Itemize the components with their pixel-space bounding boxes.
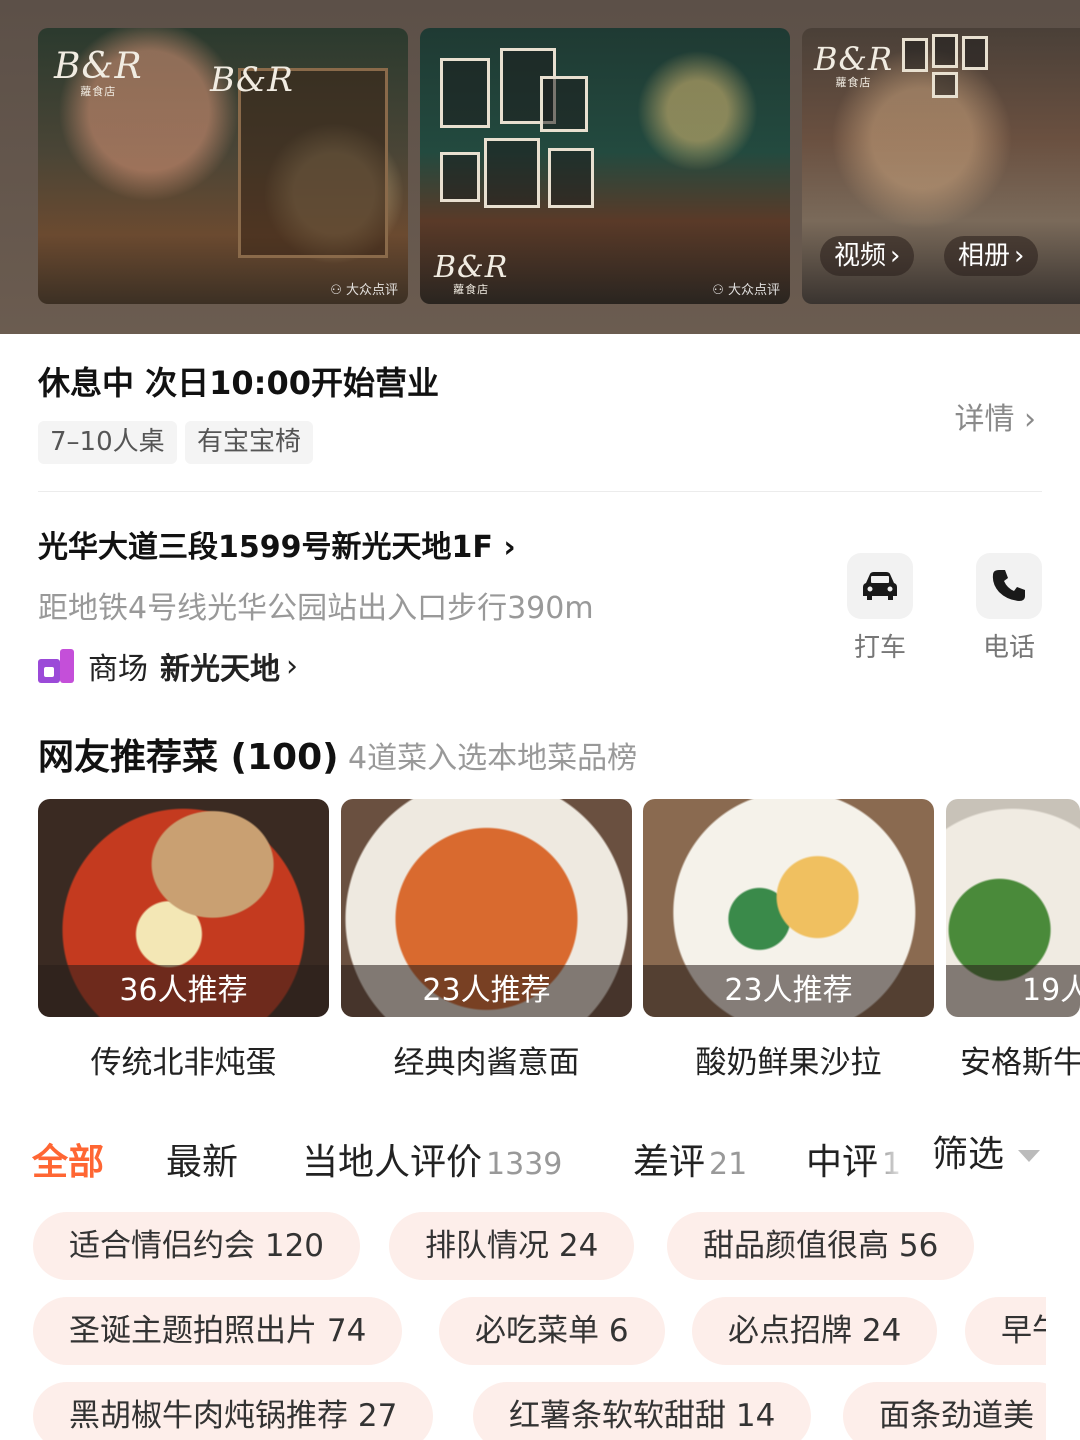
video-button[interactable]: 视频 › xyxy=(820,236,915,276)
mall-link[interactable]: 商场 新光天地 › xyxy=(38,644,298,688)
filter-button[interactable]: 筛选 xyxy=(908,1125,1080,1191)
album-button[interactable]: 相册 › xyxy=(944,236,1039,276)
dish-card[interactable]: 23人推荐 经典肉酱意面 xyxy=(341,799,632,1082)
review-keyword-chip[interactable]: 必吃菜单 6 xyxy=(439,1297,665,1365)
dish-card[interactable]: 36人推荐 传统北非炖蛋 xyxy=(38,799,329,1082)
recommended-subtitle[interactable]: 4道菜入选本地菜品榜 xyxy=(348,733,637,777)
review-keyword-chip[interactable]: 甜品颜值很高 56 xyxy=(667,1212,975,1280)
chevron-right-icon: › xyxy=(1014,241,1025,271)
phone-icon xyxy=(992,570,1025,601)
review-keyword-chip[interactable]: 圣诞主题拍照出片 74 xyxy=(33,1297,403,1365)
recommended-title: 网友推荐菜 (100) xyxy=(38,737,339,778)
dish-name: 经典肉酱意面 xyxy=(393,1045,580,1081)
brand-logo: B&R 蘿食店 xyxy=(814,40,894,89)
brand-logo: B&R 蘿食店 xyxy=(434,250,509,296)
brand-logo-sign: B&R xyxy=(210,60,294,100)
review-keyword-chip[interactable]: 必点招牌 24 xyxy=(692,1297,938,1365)
taxi-button[interactable]: 打车 xyxy=(847,553,913,664)
watermark: ⚇ 大众点评 xyxy=(330,283,398,298)
mall-type: 商场 xyxy=(88,652,148,687)
recommend-count-badge: 36人推荐 xyxy=(38,965,329,1017)
car-icon xyxy=(863,572,897,600)
chevron-right-icon: › xyxy=(286,648,298,684)
dish-name: 传统北非炖蛋 xyxy=(90,1045,277,1081)
chevron-right-icon: › xyxy=(1024,402,1036,437)
chevron-right-icon: › xyxy=(503,530,516,565)
recommend-count-badge: 19人推荐 xyxy=(946,965,1080,1017)
store-photo-2[interactable]: B&R 蘿食店 ⚇ 大众点评 xyxy=(420,28,790,304)
mall-name: 新光天地 xyxy=(160,652,280,687)
tab-latest[interactable]: 最新 xyxy=(166,1133,238,1185)
dish-photo: 36人推荐 xyxy=(38,799,329,1017)
dish-name: 酸奶鲜果沙拉 xyxy=(695,1045,882,1081)
review-keyword-chip[interactable]: 红薯条软软甜甜 14 xyxy=(473,1382,812,1440)
dish-photo: 23人推荐 xyxy=(643,799,934,1017)
review-keyword-chip[interactable]: 早午 xyxy=(965,1297,1046,1365)
brand-logo: B&R 蘿食店 xyxy=(54,46,143,98)
tab-all[interactable]: 全部 xyxy=(32,1133,104,1185)
tab-negative-reviews[interactable]: 差评 21 xyxy=(633,1133,747,1185)
dish-photo: 23人推荐 xyxy=(341,799,632,1017)
review-keyword-chip[interactable]: 面条劲道美 xyxy=(843,1382,1046,1440)
dish-photo: 19人推荐 xyxy=(946,799,1080,1017)
feature-tag: 有宝宝椅 xyxy=(185,421,314,464)
mall-icon xyxy=(38,649,74,683)
review-keyword-chip[interactable]: 黑胡椒牛肉炖锅推荐 27 xyxy=(33,1382,434,1440)
dish-card[interactable]: 23人推荐 酸奶鲜果沙拉 xyxy=(643,799,934,1082)
dish-card[interactable]: 19人推荐 安格斯牛 xyxy=(946,799,1080,1082)
details-link[interactable]: 详情 › xyxy=(954,394,1036,438)
store-photo-1[interactable]: B&R 蘿食店 B&R ⚇ 大众点评 xyxy=(38,28,408,304)
watermark: ⚇ 大众点评 xyxy=(712,283,780,298)
dish-name: 安格斯牛 xyxy=(960,1045,1080,1081)
review-keyword-chip[interactable]: 适合情侣约会 120 xyxy=(33,1212,361,1280)
review-keyword-chips: 适合情侣约会 120 排队情况 24 甜品颜值很高 56 圣诞主题拍照出片 74… xyxy=(0,1200,1046,1440)
metro-distance: 距地铁4号线光华公园站出入口步行390m xyxy=(38,591,594,626)
business-status: 休息中 次日10:00开始营业 xyxy=(38,364,440,402)
recommend-count-badge: 23人推荐 xyxy=(643,965,934,1017)
dropdown-arrow-icon xyxy=(1018,1150,1041,1162)
feature-tag: 7–10人桌 xyxy=(38,421,177,464)
address-link[interactable]: 光华大道三段1599号新光天地1F › xyxy=(38,522,516,566)
photo-gallery[interactable]: B&R 蘿食店 B&R ⚇ 大众点评 B&R 蘿食店 ⚇ 大众点评 B&R 蘿食店 视… xyxy=(0,0,1080,334)
phone-button[interactable]: 电话 xyxy=(976,553,1042,664)
chevron-right-icon: › xyxy=(890,241,901,271)
tab-local-reviews[interactable]: 当地人评价 1339 xyxy=(302,1133,562,1185)
review-keyword-chip[interactable]: 排队情况 24 xyxy=(389,1212,635,1280)
divider xyxy=(38,491,1042,492)
recommend-count-badge: 23人推荐 xyxy=(341,965,632,1017)
